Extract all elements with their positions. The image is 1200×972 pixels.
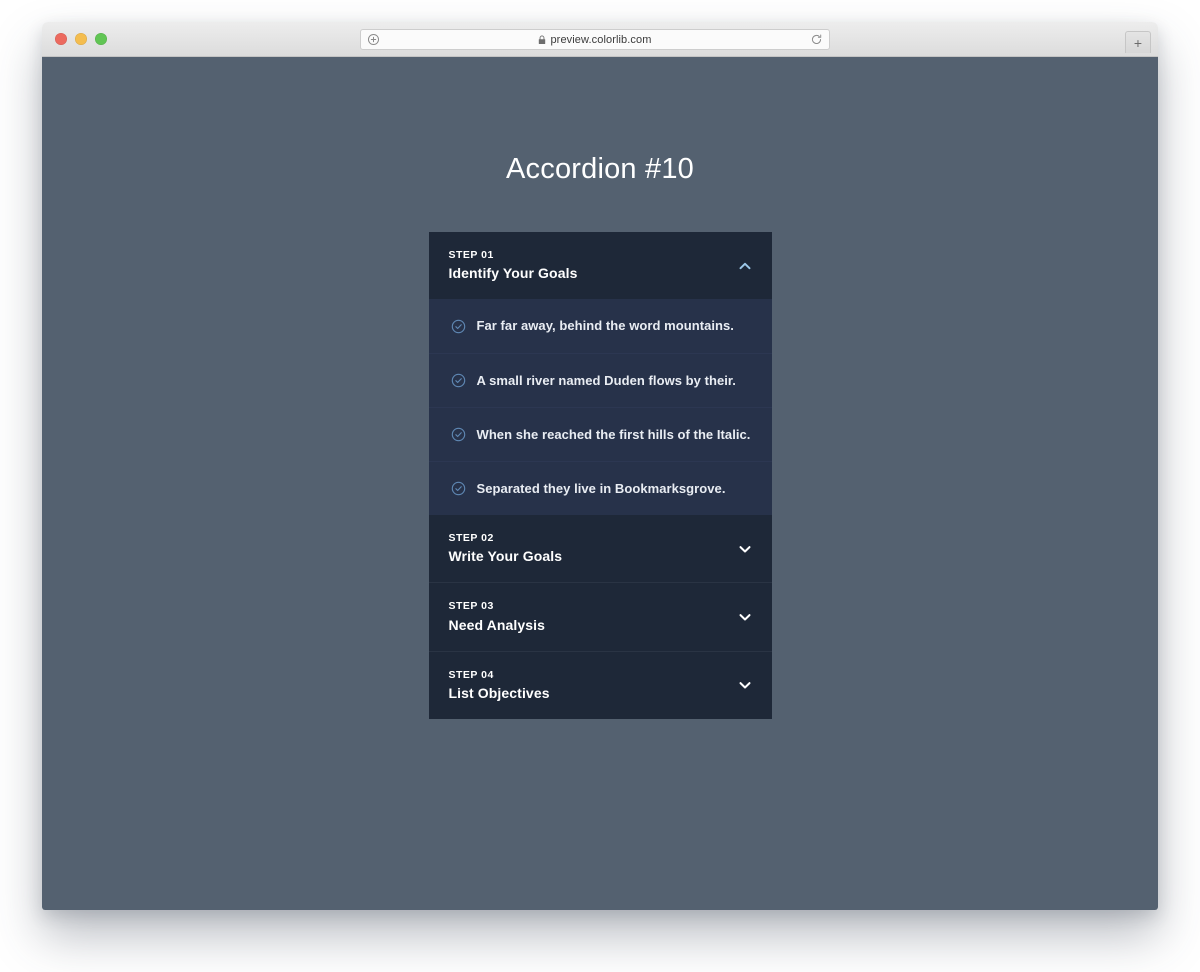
accordion: STEP 01 Identify Your Goals Far far away… (428, 232, 772, 719)
zoom-window-button[interactable] (95, 33, 107, 45)
list-item-text: Far far away, behind the word mountains. (476, 318, 734, 334)
minimize-window-button[interactable] (75, 33, 87, 45)
screenshot-root: preview.colorlib.com + Accordion #10 STE… (0, 0, 1200, 972)
page-title: Accordion #10 (506, 153, 694, 185)
accordion-step-label-3: STEP 03 (448, 600, 494, 613)
reload-icon[interactable] (810, 33, 823, 46)
accordion-step-title-1: Identify Your Goals (448, 265, 578, 282)
chevron-up-icon[interactable] (736, 257, 754, 275)
address-bar[interactable]: preview.colorlib.com (360, 29, 830, 50)
lock-icon (539, 35, 546, 44)
list-item-text: When she reached the first hills of the … (476, 426, 751, 442)
accordion-header-1[interactable]: STEP 01 Identify Your Goals (428, 232, 772, 300)
chevron-down-icon[interactable] (736, 608, 754, 626)
list-item: When she reached the first hills of the … (428, 407, 772, 461)
accordion-header-4[interactable]: STEP 04 List Objectives (428, 650, 772, 719)
list-item-text: A small river named Duden flows by their… (476, 372, 736, 388)
window-controls (55, 33, 107, 45)
accordion-step-label-4: STEP 04 (448, 668, 494, 681)
accordion-body-1: Far far away, behind the word mountains.… (428, 299, 772, 516)
accordion-step-title-2: Write Your Goals (448, 548, 563, 565)
url-text: preview.colorlib.com (550, 33, 652, 46)
accordion-header-3[interactable]: STEP 03 Need Analysis (428, 582, 772, 651)
accordion-step-label-1: STEP 01 (448, 249, 494, 261)
close-window-button[interactable] (55, 33, 67, 45)
list-item: Far far away, behind the word mountains. (429, 299, 772, 353)
accordion-header-2[interactable]: STEP 02 Write Your Goals (428, 515, 772, 583)
accordion-step-title-4: List Objectives (448, 684, 550, 701)
address-bar-content: preview.colorlib.com (380, 34, 810, 46)
accordion-step-title-3: Need Analysis (448, 616, 545, 633)
new-tab-button[interactable]: + (1125, 31, 1151, 53)
check-circle-icon (451, 481, 466, 496)
new-tab-label: + (1133, 34, 1143, 51)
list-item: Separated they live in Bookmarksgrove. (428, 461, 772, 515)
list-item-text: Separated they live in Bookmarksgrove. (476, 480, 726, 496)
check-circle-icon (451, 373, 466, 388)
check-circle-icon (451, 427, 466, 442)
accordion-step-label-2: STEP 02 (448, 532, 494, 545)
site-info-icon[interactable] (367, 33, 380, 46)
check-circle-icon (451, 319, 466, 334)
browser-window: preview.colorlib.com + Accordion #10 STE… (42, 22, 1158, 910)
chevron-down-icon[interactable] (736, 676, 754, 694)
page-viewport: Accordion #10 STEP 01 Identify Your Goal… (42, 57, 1158, 910)
browser-titlebar: preview.colorlib.com + (42, 22, 1158, 57)
chevron-down-icon[interactable] (736, 540, 754, 558)
list-item: A small river named Duden flows by their… (428, 353, 772, 407)
